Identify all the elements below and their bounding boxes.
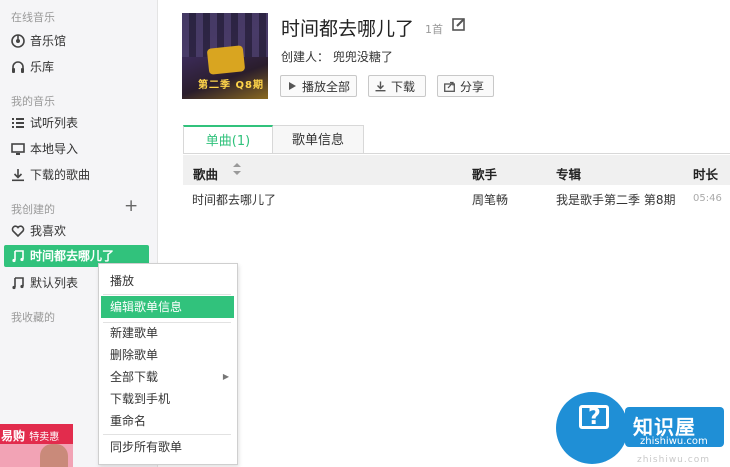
play-all-button[interactable]: 播放全部 <box>280 75 357 97</box>
sidebar-item-label: 试听列表 <box>30 116 79 130</box>
sidebar-item-local-import[interactable]: 本地导入 <box>11 138 78 160</box>
submenu-arrow-icon: ▶ <box>222 372 229 381</box>
ad-banner[interactable]: 易购 特卖惠 <box>0 424 73 467</box>
sidebar-item-favorites[interactable]: 我喜欢 <box>11 220 66 242</box>
sidebar-item-label: 音乐馆 <box>30 34 67 48</box>
tab-songs[interactable]: 单曲(1) <box>183 125 273 154</box>
section-title-online-music: 在线音乐 <box>11 11 55 24</box>
sidebar-item-label: 下载的歌曲 <box>30 168 91 182</box>
share-label: 分享 <box>460 79 485 94</box>
menu-item-play[interactable]: 播放 <box>99 270 237 292</box>
ad-text: 易购 特卖惠 <box>1 427 59 444</box>
edit-icon[interactable] <box>452 17 466 34</box>
music-note-icon <box>11 276 25 290</box>
ad-brand: 易购 <box>1 429 26 443</box>
section-title-created: 我创建的 <box>11 203 55 216</box>
table-header: 歌曲 歌手 专辑 时长 <box>183 155 730 185</box>
play-icon <box>289 82 296 90</box>
sidebar-item-label: 默认列表 <box>30 276 79 290</box>
menu-item-sync-all[interactable]: 同步所有歌单 <box>99 436 237 458</box>
sidebar-item-library[interactable]: 乐库 <box>11 56 54 78</box>
share-icon <box>444 81 455 92</box>
menu-item-edit-info[interactable]: 编辑歌单信息 <box>101 296 234 318</box>
add-playlist-icon[interactable]: + <box>124 198 138 215</box>
play-all-label: 播放全部 <box>302 79 351 94</box>
sidebar-item-label: 我喜欢 <box>30 224 67 238</box>
playlist-cover[interactable]: 第二季 Q8期 <box>182 13 268 99</box>
section-title-my-music: 我的音乐 <box>11 95 55 108</box>
menu-item-new-playlist[interactable]: 新建歌单 <box>99 322 237 344</box>
context-menu: 播放 编辑歌单信息 新建歌单 删除歌单 全部下载 ▶ 下载到手机 重命名 同步所… <box>98 263 238 465</box>
menu-separator <box>103 434 231 435</box>
sort-icon[interactable] <box>233 163 241 178</box>
menu-item-download-to-phone[interactable]: 下载到手机 <box>99 388 237 410</box>
sidebar-item-music-hall[interactable]: 音乐馆 <box>11 30 66 52</box>
playlist-title: 时间都去哪儿了 <box>281 18 415 40</box>
column-header-duration[interactable]: 时长 <box>693 164 718 183</box>
menu-item-download-all[interactable]: 全部下载 ▶ <box>99 366 237 388</box>
cover-logo <box>206 45 246 75</box>
download-icon <box>11 168 25 182</box>
music-note-icon <box>11 249 25 263</box>
table-cell-duration: 05:46 <box>693 193 722 204</box>
list-icon <box>11 116 25 130</box>
download-icon <box>375 81 386 91</box>
headphones-icon <box>11 60 25 74</box>
sidebar-item-default-list[interactable]: 默认列表 <box>11 272 78 294</box>
column-header-album[interactable]: 专辑 <box>556 164 581 183</box>
column-header-artist[interactable]: 歌手 <box>472 164 497 183</box>
table-cell-song[interactable]: 时间都去哪儿了 <box>192 191 276 208</box>
tab-divider <box>183 153 730 154</box>
menu-item-rename[interactable]: 重命名 <box>99 410 237 432</box>
sidebar-item-label: 本地导入 <box>30 142 79 156</box>
disc-icon <box>11 34 25 48</box>
menu-separator <box>103 294 231 295</box>
table-cell-artist[interactable]: 周笔畅 <box>472 191 508 208</box>
tab-playlist-info[interactable]: 歌单信息 <box>273 125 364 154</box>
download-label: 下载 <box>391 79 416 94</box>
ad-image <box>40 444 68 467</box>
table-cell-album[interactable]: 我是歌手第二季 第8期 <box>556 191 675 208</box>
menu-item-label: 全部下载 <box>110 370 159 384</box>
watermark-url: zhishiwu.com <box>637 455 710 465</box>
sidebar-item-downloaded-songs[interactable]: 下载的歌曲 <box>11 164 90 186</box>
watermark-question-icon: ? <box>588 405 601 430</box>
creator-label: 创建人： 兜兜没糖了 <box>281 50 393 64</box>
song-count: 1首 <box>425 23 443 36</box>
watermark-sub: zhishiwu.com <box>640 436 708 447</box>
column-header-song[interactable]: 歌曲 <box>193 164 218 183</box>
cover-caption: 第二季 Q8期 <box>198 80 264 91</box>
monitor-icon <box>11 142 25 156</box>
menu-item-delete-playlist[interactable]: 删除歌单 <box>99 344 237 366</box>
ad-tag: 特卖惠 <box>29 432 60 443</box>
download-button[interactable]: 下载 <box>368 75 426 97</box>
share-button[interactable]: 分享 <box>437 75 494 97</box>
sidebar-item-trial-list[interactable]: 试听列表 <box>11 112 78 134</box>
sidebar-item-label: 乐库 <box>30 60 55 74</box>
heart-icon <box>11 224 25 238</box>
section-title-collected: 我收藏的 <box>11 311 55 324</box>
